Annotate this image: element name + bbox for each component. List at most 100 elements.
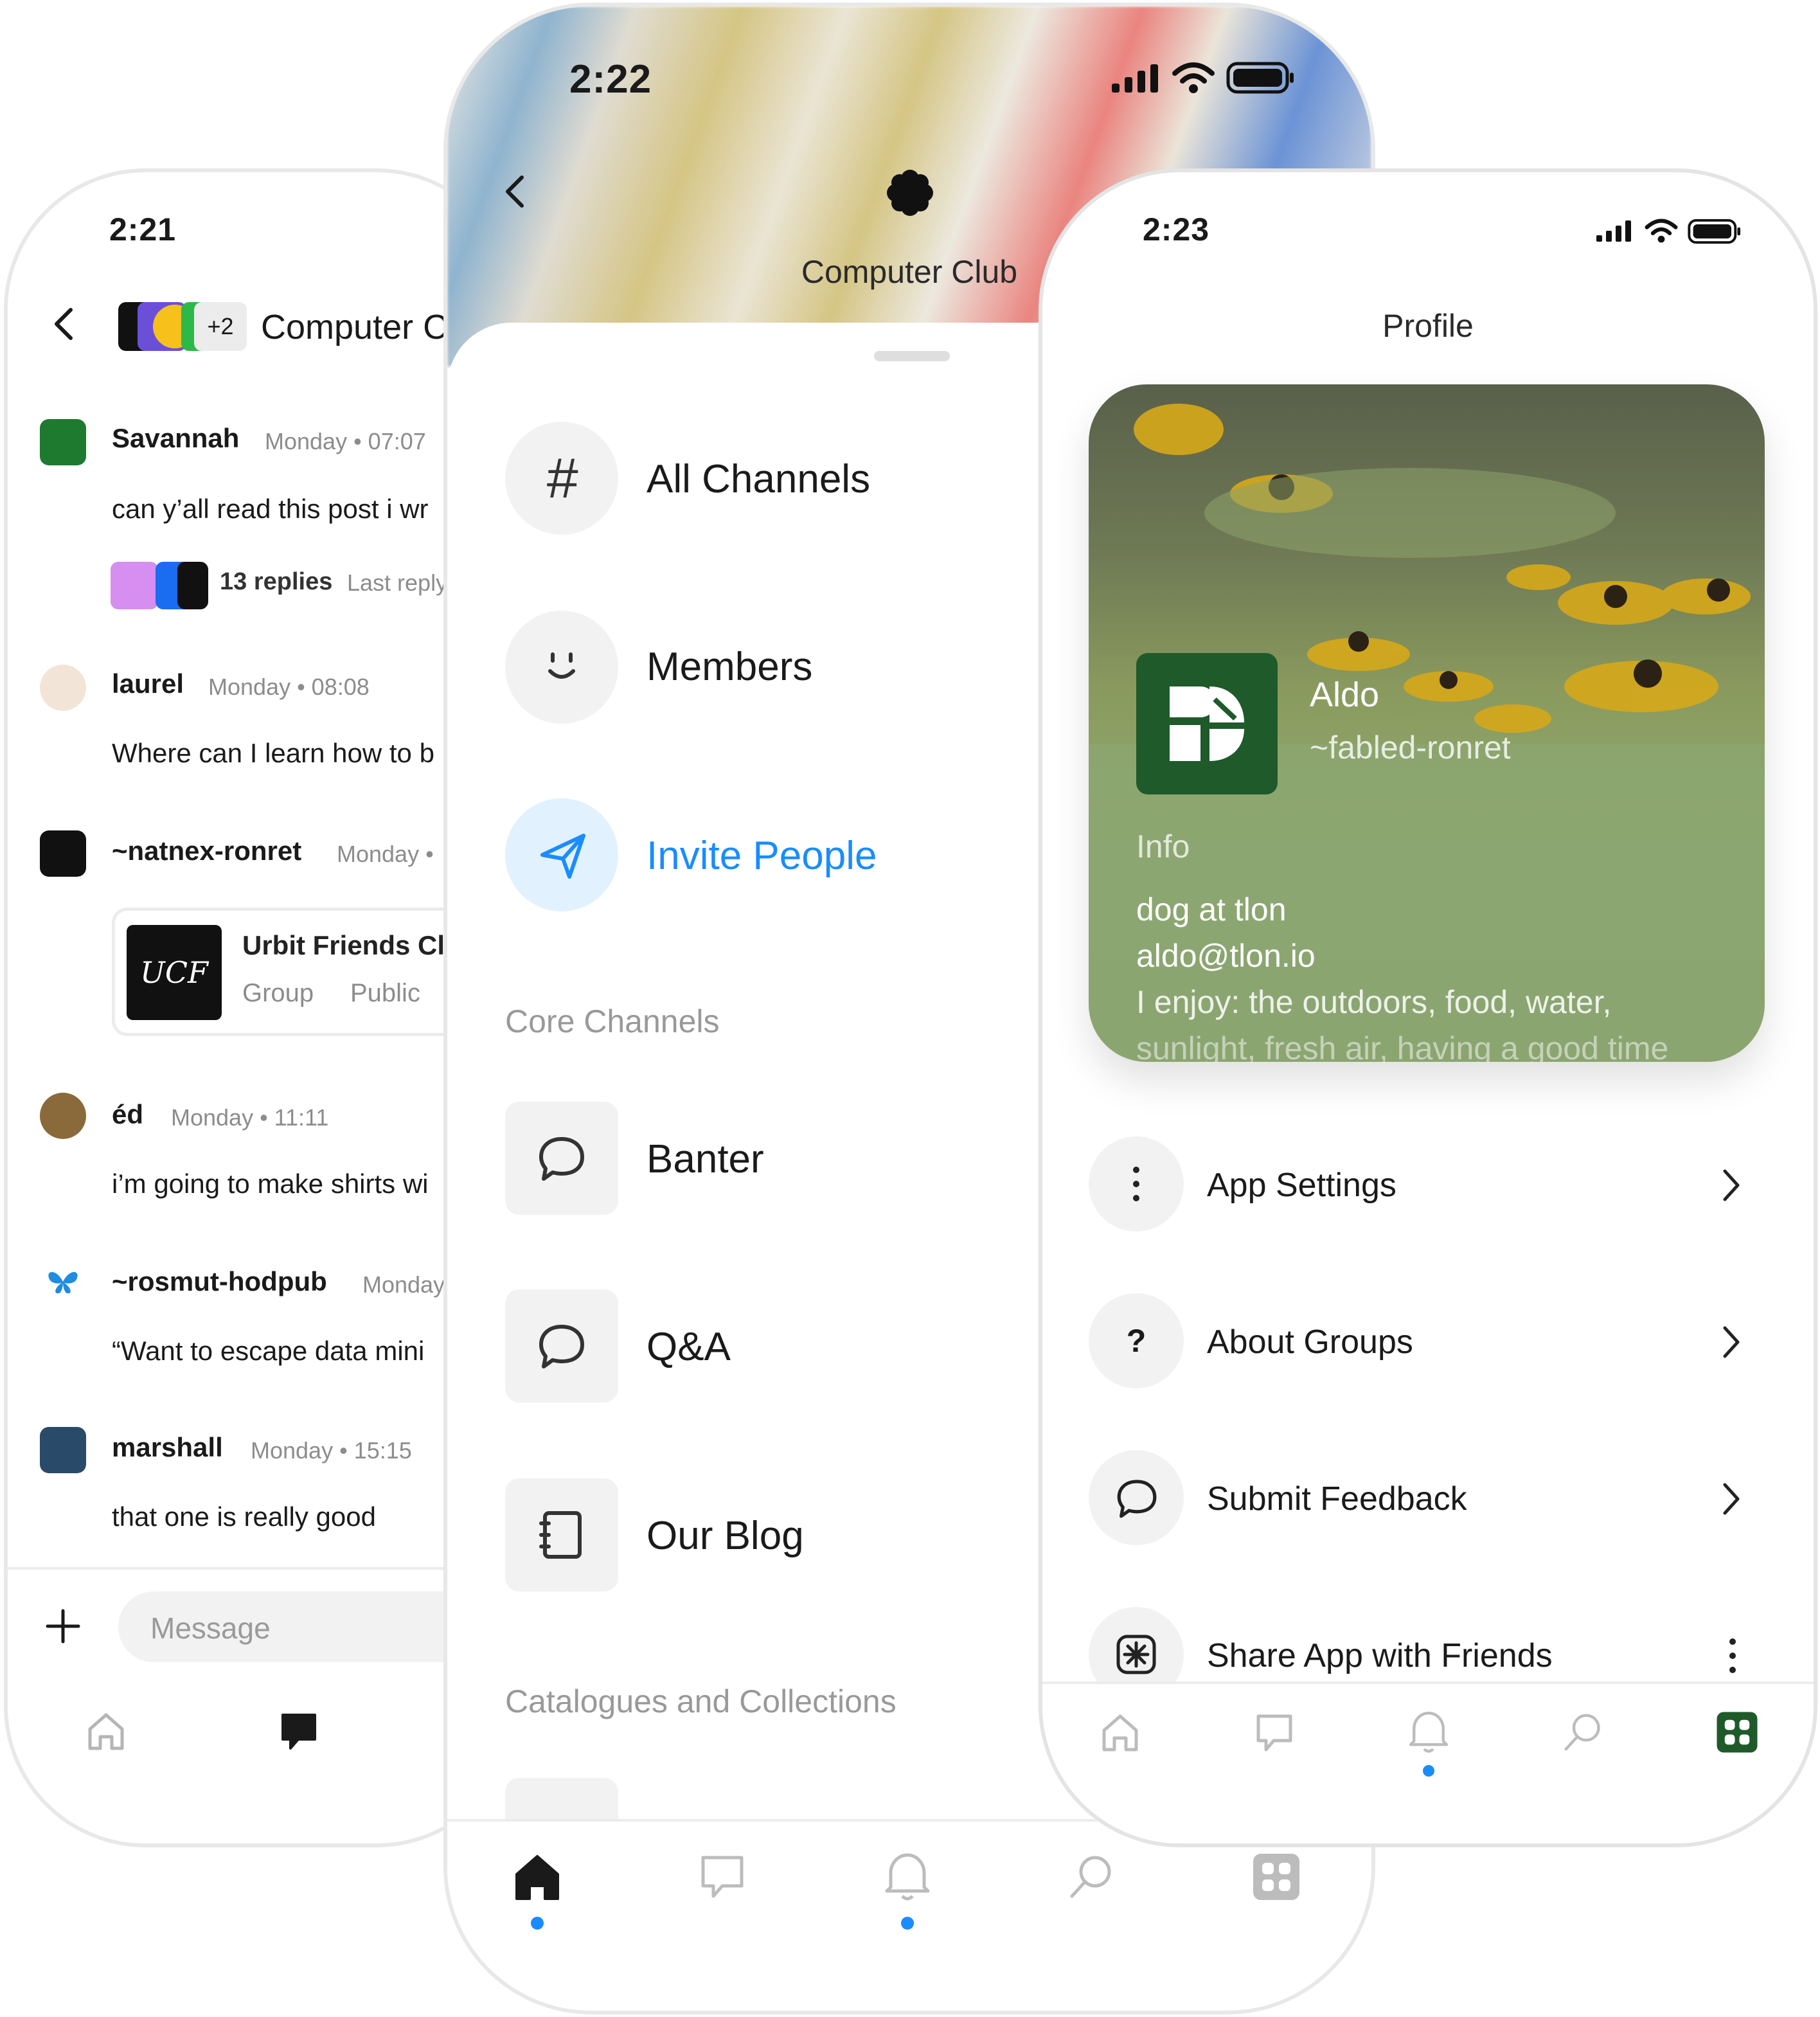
bell-icon[interactable] <box>882 1849 933 1904</box>
collection-icon-bg <box>505 1778 618 1823</box>
message-meta: Monday • 15:15 <box>251 1437 412 1464</box>
settings-submit-feedback[interactable]: Submit Feedback <box>1207 1480 1467 1518</box>
chat-bubble-icon <box>1117 1480 1157 1518</box>
message-author[interactable]: ~rosmut-hodpub <box>112 1266 327 1297</box>
home-icon[interactable] <box>84 1708 129 1753</box>
group-card-visibility: Public <box>350 979 420 1007</box>
battery-icon <box>1226 62 1294 94</box>
profile-name: Aldo <box>1310 676 1380 714</box>
divider <box>8 1567 514 1570</box>
activity-unread-dot <box>1423 1765 1434 1777</box>
notebook-icon <box>539 1511 582 1559</box>
question-icon: ? <box>1126 1323 1146 1359</box>
share-icon <box>1116 1635 1156 1674</box>
avatar-more-count: +2 <box>194 302 247 351</box>
message-meta: Monday • 07:07 <box>265 428 426 454</box>
message-meta: Monday • 08:08 <box>208 674 370 700</box>
info-label: Info <box>1136 829 1190 865</box>
message-text: can y’all read this post i wr <box>112 494 429 524</box>
message-author[interactable]: ~natnex-ronret <box>112 836 301 866</box>
messages-icon[interactable] <box>1252 1710 1297 1755</box>
message-author[interactable]: Savannah <box>112 423 239 454</box>
avatar[interactable] <box>40 830 86 877</box>
avatar <box>177 562 208 609</box>
channel-our-blog[interactable]: Our Blog <box>647 1513 804 1559</box>
group-avatar-stack[interactable]: +2 <box>118 302 247 351</box>
menu-item-members[interactable]: Members <box>647 644 812 690</box>
message-meta: Monday • 11:11 <box>171 1104 329 1131</box>
avatar[interactable] <box>40 665 86 711</box>
sheet-handle[interactable] <box>874 351 950 361</box>
wifi-icon <box>1172 62 1215 93</box>
plus-icon[interactable] <box>44 1607 82 1645</box>
chevron-right-icon[interactable] <box>1720 1324 1743 1360</box>
group-flower-icon[interactable] <box>884 167 936 219</box>
more-vertical-icon <box>1133 1167 1139 1201</box>
profile-avatar[interactable] <box>1136 653 1278 794</box>
message-text: Where can I learn how to b <box>112 738 434 768</box>
home-unread-dot <box>531 1917 544 1930</box>
profile-grid-icon[interactable] <box>1715 1710 1760 1755</box>
profile-card[interactable]: Aldo ~fabled-ronret Info dog at tlon ald… <box>1089 384 1765 1062</box>
avatar <box>111 562 158 609</box>
avatar[interactable] <box>40 1093 86 1139</box>
settings-share-app[interactable]: Share App with Friends <box>1207 1636 1553 1675</box>
settings-about-groups[interactable]: About Groups <box>1207 1323 1413 1361</box>
group-logo: UCF <box>127 925 222 1020</box>
profile-screen: 2:23 Profile Aldo ~fabled-ronret Info do… <box>1039 168 1817 1847</box>
search-icon[interactable] <box>1560 1710 1605 1755</box>
message-author[interactable]: éd <box>112 1099 143 1130</box>
chevron-right-icon[interactable] <box>1720 1481 1743 1517</box>
profile-grid-icon[interactable] <box>1251 1851 1302 1903</box>
message-author[interactable]: marshall <box>112 1432 223 1463</box>
message-placeholder: Message <box>150 1611 271 1645</box>
menu-item-all-channels[interactable]: All Channels <box>647 456 870 502</box>
wifi-icon <box>1645 219 1678 243</box>
smile-icon <box>548 652 575 679</box>
group-card-title: Urbit Friends Cl <box>242 930 445 960</box>
avatar[interactable] <box>40 1427 86 1473</box>
hash-icon: # <box>546 446 578 510</box>
chevron-right-icon[interactable] <box>1720 1167 1743 1203</box>
info-line: sunlight, fresh air, having a good time <box>1136 1030 1669 1062</box>
chat-bubble-icon <box>539 1137 584 1181</box>
channel-banter[interactable]: Banter <box>647 1136 764 1182</box>
section-catalogues: Catalogues and Collections <box>505 1683 897 1719</box>
replies-count[interactable]: 13 replies <box>220 568 332 596</box>
more-vertical-icon[interactable] <box>1725 1636 1740 1675</box>
info-line: aldo@tlon.io <box>1136 938 1316 974</box>
signal-icon <box>1596 220 1631 242</box>
message-text: “Want to escape data mini <box>112 1336 425 1366</box>
settings-app-settings[interactable]: App Settings <box>1207 1166 1396 1205</box>
last-reply: Last reply <box>347 569 448 596</box>
profile-handle: ~fabled-ronret <box>1310 730 1511 766</box>
bell-icon[interactable] <box>1406 1707 1451 1756</box>
menu-item-invite-people[interactable]: Invite People <box>647 833 877 879</box>
search-icon[interactable] <box>1066 1851 1117 1903</box>
back-chevron-icon[interactable] <box>51 306 77 342</box>
chat-title: Computer C <box>261 308 449 346</box>
messages-icon[interactable] <box>276 1708 321 1753</box>
chat-screen: 2:21 +2 Computer C Savannah Monday • 07:… <box>4 168 518 1847</box>
message-text: i’m going to make shirts wi <box>112 1169 429 1199</box>
back-chevron-icon[interactable] <box>503 174 528 210</box>
status-time: 2:22 <box>569 57 652 102</box>
page-title: Profile <box>1382 308 1474 344</box>
butterfly-avatar[interactable] <box>45 1266 81 1297</box>
home-icon[interactable] <box>1098 1710 1143 1755</box>
message-author[interactable]: laurel <box>112 668 184 699</box>
avatar[interactable] <box>40 419 86 465</box>
status-time: 2:21 <box>109 211 177 247</box>
messages-icon[interactable] <box>697 1851 748 1903</box>
channel-qa[interactable]: Q&A <box>647 1324 731 1370</box>
send-icon <box>540 834 585 879</box>
divider <box>1042 1681 1814 1684</box>
battery-icon <box>1688 219 1741 244</box>
profile-logo-icon <box>1170 686 1244 761</box>
home-icon[interactable] <box>512 1851 563 1903</box>
message-text: that one is really good <box>112 1502 376 1532</box>
group-card-type: Group <box>242 979 314 1007</box>
message-meta: Monday <box>362 1271 445 1298</box>
message-meta: Monday • <box>337 841 434 867</box>
status-time: 2:23 <box>1143 211 1210 247</box>
